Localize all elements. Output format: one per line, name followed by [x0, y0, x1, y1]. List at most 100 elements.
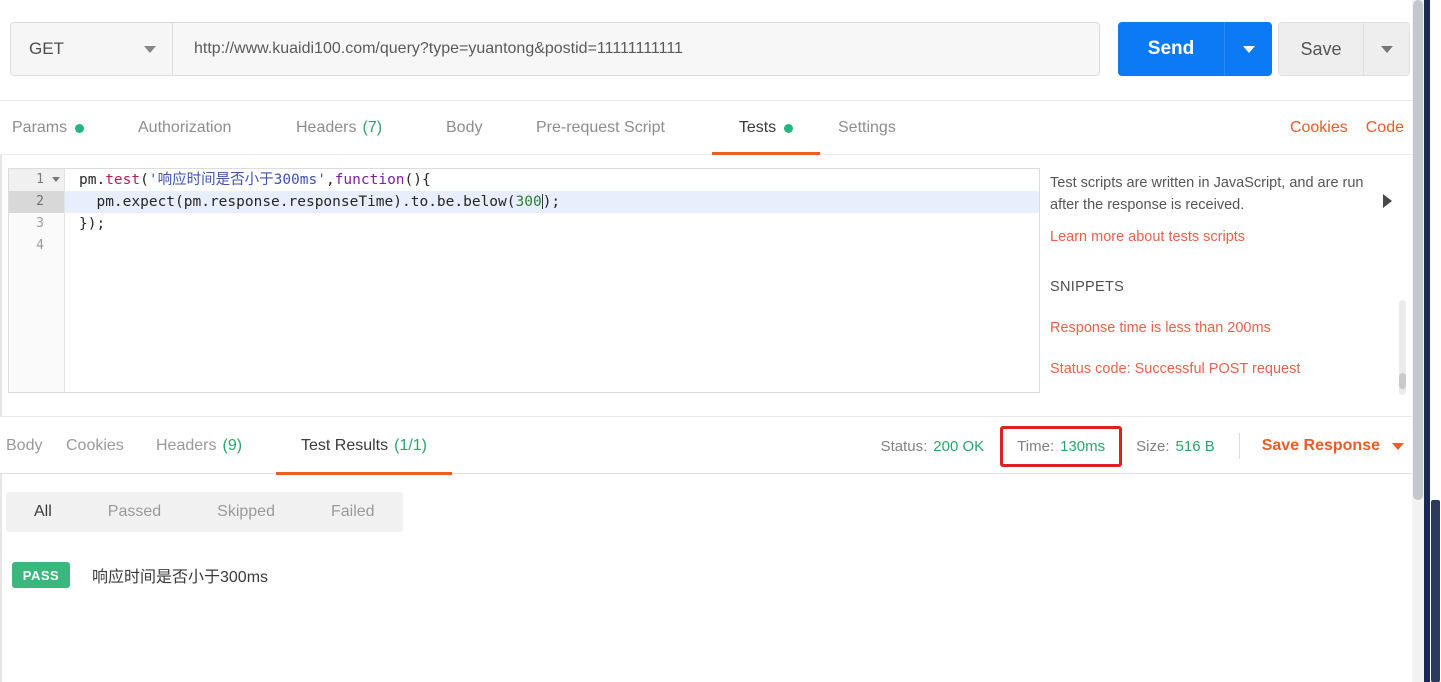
save-button-group: Save [1278, 22, 1410, 76]
code-token-expect-chain: pm.expect(pm.response.responseTime).to.b… [79, 194, 516, 210]
snippets-scrollbar[interactable] [1399, 300, 1406, 395]
learn-more-link[interactable]: Learn more about tests scripts [1050, 229, 1410, 245]
app-scrollbar-thumb[interactable] [1413, 0, 1423, 500]
save-options-button[interactable] [1363, 23, 1409, 75]
chevron-down-icon [144, 45, 156, 53]
tab-headers-count: (7) [362, 119, 383, 136]
tab-headers[interactable]: Headers (7) [296, 101, 382, 155]
send-button[interactable]: Send [1118, 22, 1224, 76]
tab-headers-label: Headers [296, 119, 357, 136]
tab-tests-label: Tests [738, 119, 777, 136]
code-token-threshold: 300 [515, 194, 542, 210]
postman-request-window: GET http://www.kuaidi100.com/query?type=… [0, 0, 1424, 682]
active-tab-underline [276, 472, 452, 475]
chevron-down-icon [1392, 442, 1404, 450]
save-response-button[interactable]: Save Response [1262, 437, 1404, 455]
code-token-test: test [105, 172, 141, 188]
code-line-1: pm.test('响应时间是否小于300ms',function(){ [65, 169, 1039, 191]
filter-passed[interactable]: Passed [80, 492, 189, 532]
response-tab-bar: Body Cookies Headers (9) Test Results (1… [0, 416, 1424, 475]
gutter-line-2: 2 [9, 191, 64, 213]
snippet-item-status-code[interactable]: Status code: Successful POST request [1050, 361, 1410, 377]
cookies-link[interactable]: Cookies [1290, 119, 1348, 137]
code-token-test-name-string: '响应时间是否小于300ms' [148, 172, 326, 188]
response-tab-test-results-count: (1/1) [394, 437, 428, 454]
save-button[interactable]: Save [1279, 23, 1363, 75]
tab-authorization-label: Authorization [138, 119, 232, 136]
tab-params-label: Params [12, 119, 68, 136]
tab-params[interactable]: Params [12, 101, 85, 155]
http-method-label: GET [29, 39, 64, 58]
code-token-comma: , [325, 172, 335, 188]
filter-all[interactable]: All [6, 492, 80, 532]
response-tab-test-results[interactable]: Test Results (1/1) [276, 417, 452, 475]
fold-arrow-icon[interactable] [52, 177, 60, 182]
gutter-line-3-number: 3 [36, 216, 44, 231]
send-button-group: Send [1118, 22, 1272, 76]
code-token-function: function [334, 172, 405, 188]
tab-pre-request-script-label: Pre-request Script [536, 119, 665, 136]
tab-settings[interactable]: Settings [838, 101, 896, 155]
snippets-scrollbar-thumb[interactable] [1399, 373, 1406, 389]
time-highlight-box: Time: 130ms [1000, 425, 1123, 467]
response-tab-cookies[interactable]: Cookies [66, 417, 124, 475]
filter-skipped[interactable]: Skipped [189, 492, 303, 532]
tab-settings-label: Settings [838, 119, 896, 136]
test-result-filters: All Passed Skipped Failed [6, 492, 403, 532]
status-badge: PASS [12, 562, 70, 588]
response-tab-cookies-label: Cookies [66, 437, 124, 454]
tab-pre-request-script[interactable]: Pre-request Script [536, 101, 665, 155]
test-result-row: PASS 响应时间是否小于300ms [12, 562, 268, 588]
tab-authorization[interactable]: Authorization [138, 101, 231, 155]
save-response-label: Save Response [1261, 437, 1380, 454]
snippets-panel: Test scripts are written in JavaScript, … [1050, 172, 1410, 395]
snippet-item-response-time[interactable]: Response time is less than 200ms [1050, 320, 1410, 336]
response-tab-headers[interactable]: Headers (9) [156, 417, 242, 475]
response-meta: Status: 200 OK Time: 130ms Size: 516 B S… [859, 417, 1404, 475]
test-result-name: 响应时间是否小于300ms [92, 569, 269, 586]
status-group: Status: 200 OK [881, 438, 985, 455]
code-link[interactable]: Code [1366, 119, 1404, 137]
tab-body[interactable]: Body [446, 101, 482, 155]
code-token-close-statement: ); [542, 194, 561, 210]
code-token-pm: pm. [79, 172, 106, 188]
snippets-description: Test scripts are written in JavaScript, … [1050, 175, 1364, 214]
code-line-2: pm.expect(pm.response.responseTime).to.b… [65, 191, 1039, 213]
editor-gutter: 1 2 3 4 [9, 169, 65, 392]
modified-dot-icon [75, 123, 85, 133]
time-value: 130ms [1060, 437, 1106, 455]
tests-script-editor[interactable]: 1 2 3 4 pm.test('响应时间是否小于300ms',function… [8, 168, 1040, 393]
http-method-select[interactable]: GET [10, 22, 172, 76]
editor-code-area[interactable]: pm.test('响应时间是否小于300ms',function(){ pm.e… [65, 169, 1039, 392]
gutter-line-4-number: 4 [36, 238, 44, 253]
status-value: 200 OK [933, 437, 985, 455]
tab-body-label: Body [446, 119, 483, 136]
code-token-open-block: (){ [404, 172, 431, 188]
tab-tests[interactable]: Tests [712, 101, 820, 155]
size-group: Size: 516 B [1136, 438, 1215, 455]
size-value: 516 B [1175, 437, 1215, 455]
request-url-input[interactable]: http://www.kuaidi100.com/query?type=yuan… [172, 22, 1100, 76]
code-line-3: }); [65, 213, 1039, 235]
snippets-heading: SNIPPETS [1050, 278, 1125, 295]
filter-failed[interactable]: Failed [303, 492, 403, 532]
response-tab-body[interactable]: Body [6, 417, 42, 475]
request-utility-links: Cookies Code [1290, 101, 1404, 155]
request-tab-bar: Params Authorization Headers (7) Body Pr… [0, 101, 1424, 155]
active-tab-underline [712, 152, 820, 155]
page-scrollbar-thumb[interactable] [1431, 500, 1440, 682]
meta-divider [1238, 433, 1240, 459]
gutter-line-1: 1 [9, 169, 64, 191]
response-tab-headers-count: (9) [222, 437, 243, 454]
gutter-line-1-number: 1 [36, 172, 44, 187]
send-options-button[interactable] [1224, 22, 1272, 76]
modified-dot-icon [784, 123, 794, 133]
code-token-open-paren: ( [140, 172, 149, 188]
response-tab-test-results-label: Test Results [300, 437, 389, 454]
time-label: Time: [1017, 437, 1055, 455]
gutter-line-2-number: 2 [36, 194, 44, 209]
chevron-right-icon[interactable] [1383, 194, 1392, 208]
code-token-close-block: }); [79, 216, 106, 232]
gutter-line-3: 3 [9, 213, 64, 235]
size-label: Size: [1136, 437, 1170, 455]
